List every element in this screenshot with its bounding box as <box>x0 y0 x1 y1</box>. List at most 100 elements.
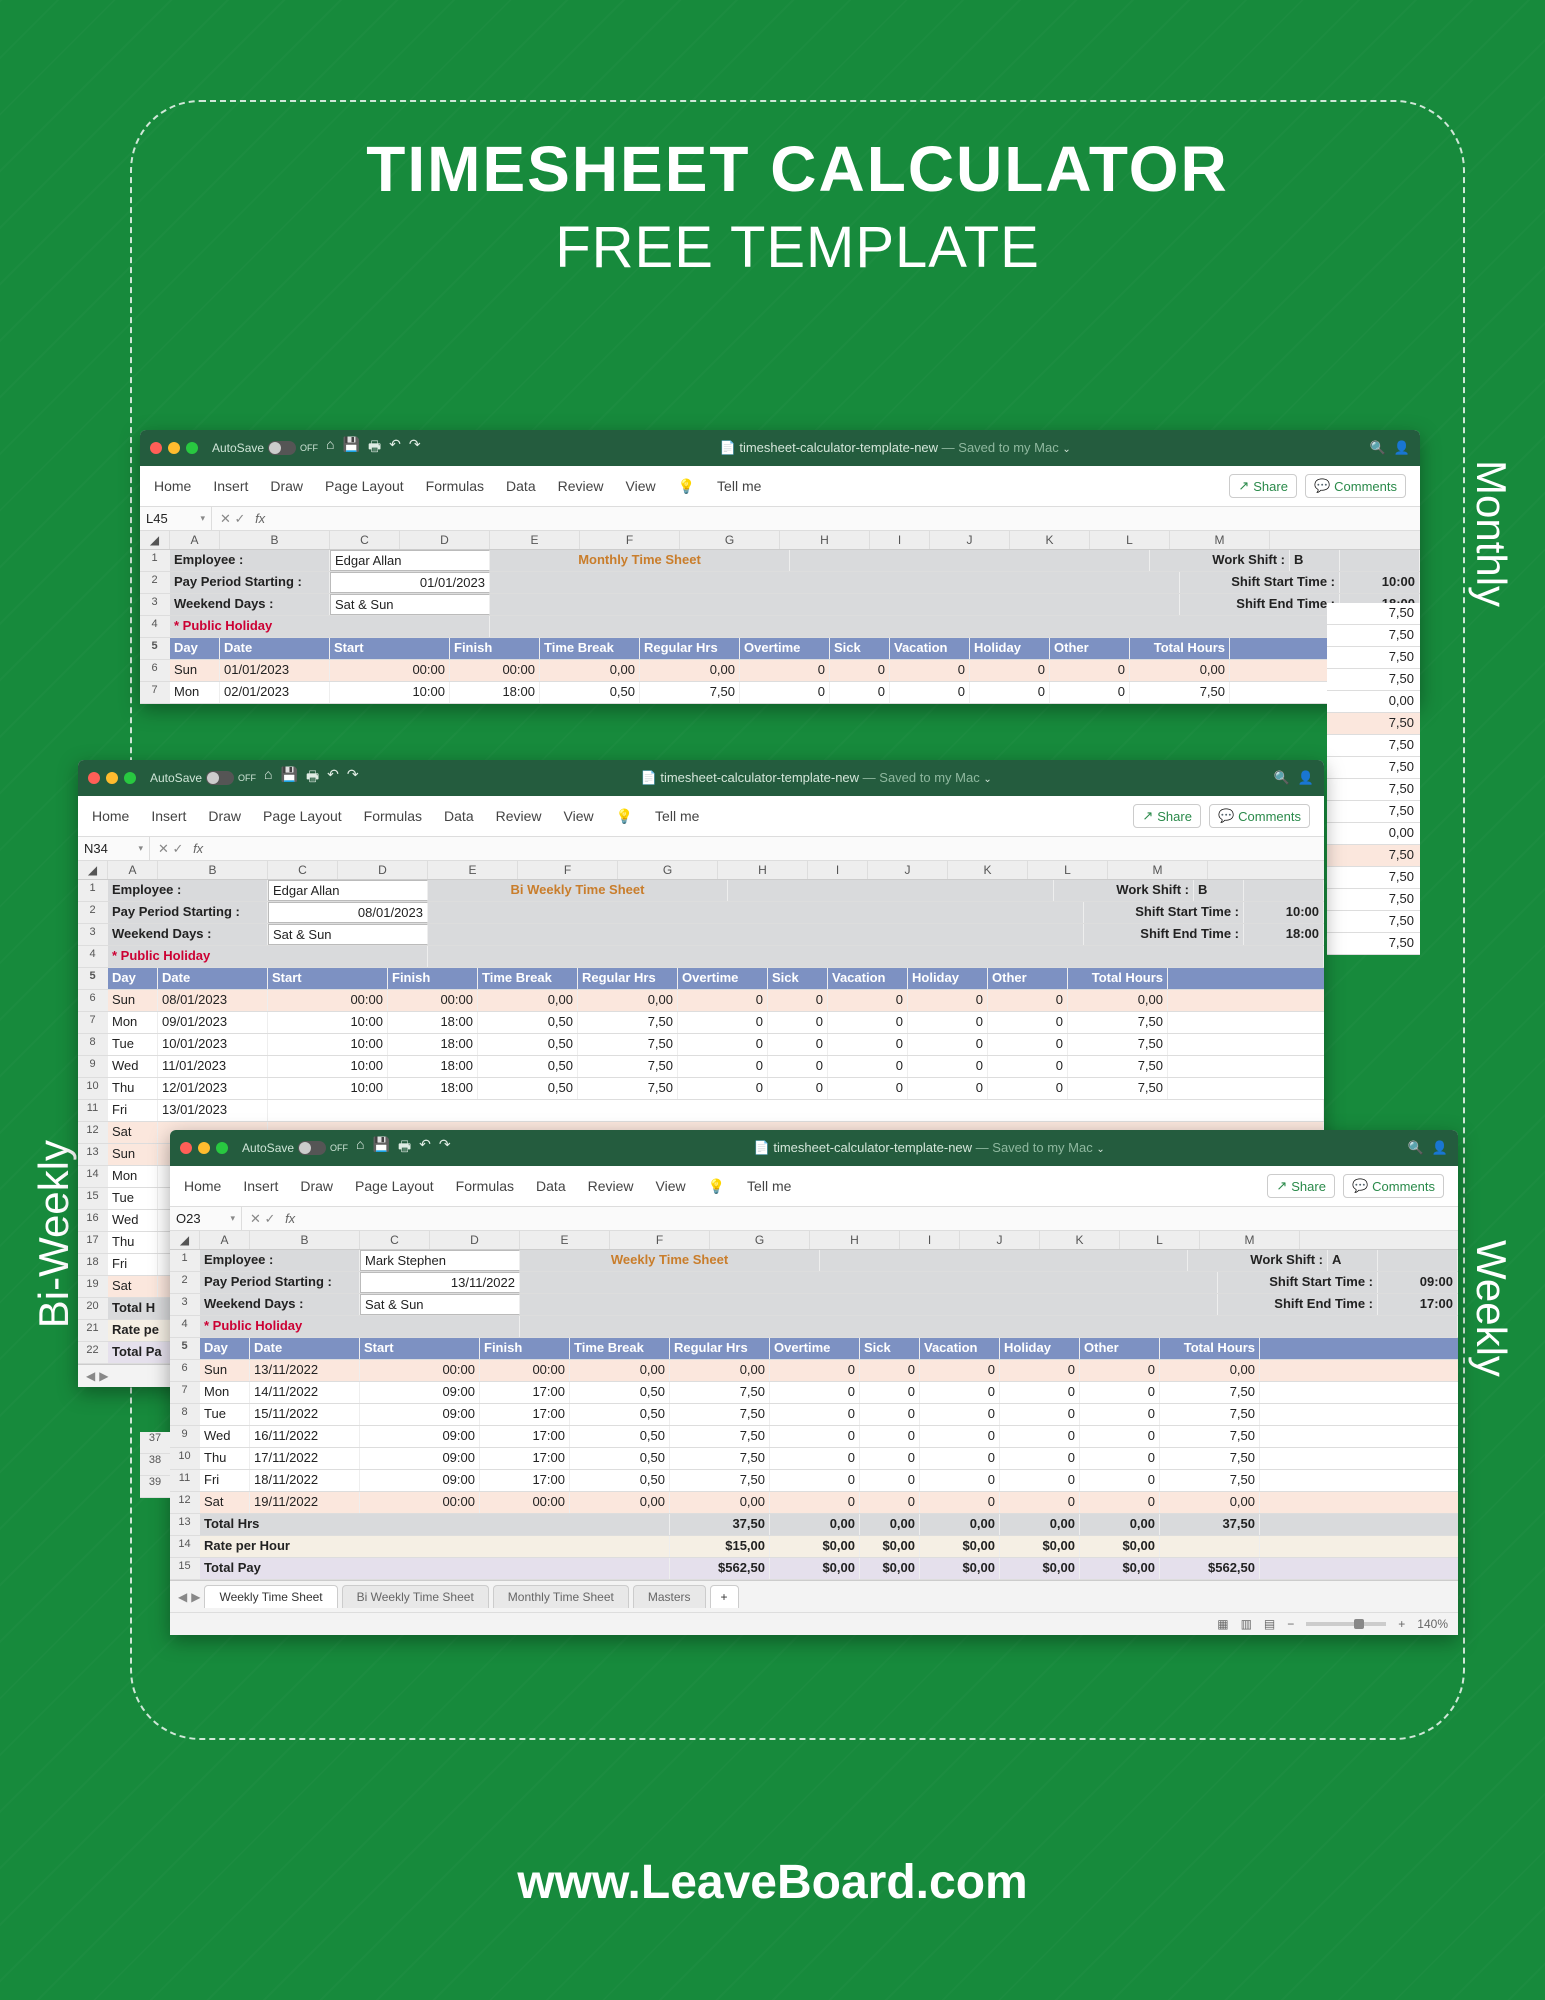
col-header-J[interactable]: J <box>960 1231 1040 1249</box>
autosave-toggle[interactable]: AutoSave OFF <box>242 1141 348 1155</box>
save-icon[interactable]: 💾 <box>343 436 360 460</box>
col-header-J[interactable]: J <box>868 861 948 879</box>
home-icon[interactable]: ⌂ <box>326 436 334 460</box>
ribbon-tab-formulas[interactable]: Formulas <box>456 1178 514 1194</box>
view-break-icon[interactable]: ▤ <box>1264 1617 1275 1631</box>
ribbon-tab-view[interactable]: View <box>656 1178 686 1194</box>
col-header-F[interactable]: F <box>610 1231 710 1249</box>
autosave-toggle[interactable]: AutoSave OFF <box>212 441 318 455</box>
col-header-D[interactable]: D <box>338 861 428 879</box>
select-all-corner[interactable]: ◢ <box>170 1231 200 1249</box>
col-header-B[interactable]: B <box>220 531 330 549</box>
ribbon-tab-insert[interactable]: Insert <box>151 808 186 824</box>
col-header-D[interactable]: D <box>400 531 490 549</box>
undo-icon[interactable]: ↶ <box>327 766 339 790</box>
col-header-H[interactable]: H <box>718 861 808 879</box>
col-header-M[interactable]: M <box>1108 861 1208 879</box>
comments-button[interactable]: 💬 Comments <box>1343 1174 1444 1198</box>
redo-icon[interactable]: ↷ <box>409 436 421 460</box>
search-icon[interactable]: 🔍 <box>1370 440 1386 456</box>
close-window-icon[interactable] <box>88 772 100 784</box>
col-header-L[interactable]: L <box>1028 861 1108 879</box>
col-header-M[interactable]: M <box>1200 1231 1300 1249</box>
maximize-window-icon[interactable] <box>216 1142 228 1154</box>
close-window-icon[interactable] <box>180 1142 192 1154</box>
col-header-A[interactable]: A <box>108 861 158 879</box>
col-header-G[interactable]: G <box>710 1231 810 1249</box>
comments-button[interactable]: 💬 Comments <box>1305 474 1406 498</box>
print-icon[interactable]: 🖶 <box>398 1136 411 1160</box>
col-header-L[interactable]: L <box>1120 1231 1200 1249</box>
zoom-slider[interactable] <box>1306 1622 1386 1626</box>
search-icon[interactable]: 🔍 <box>1408 1140 1424 1156</box>
minimize-window-icon[interactable] <box>106 772 118 784</box>
tell-me[interactable]: Tell me <box>717 478 761 494</box>
ribbon-tab-page-layout[interactable]: Page Layout <box>355 1178 434 1194</box>
save-icon[interactable]: 💾 <box>281 766 298 790</box>
col-header-K[interactable]: K <box>948 861 1028 879</box>
add-sheet-button[interactable]: + <box>710 1585 739 1608</box>
col-header-A[interactable]: A <box>200 1231 250 1249</box>
account-icon[interactable]: 👤 <box>1298 770 1314 786</box>
col-header-J[interactable]: J <box>930 531 1010 549</box>
confirm-icon[interactable]: ✓ <box>265 1211 276 1226</box>
ribbon-tab-home[interactable]: Home <box>92 808 129 824</box>
sheet-nav-next[interactable]: ▶ <box>191 1590 200 1604</box>
sheet-tab-bi-weekly-time-sheet[interactable]: Bi Weekly Time Sheet <box>342 1585 489 1608</box>
ribbon-tab-formulas[interactable]: Formulas <box>426 478 484 494</box>
view-normal-icon[interactable]: ▦ <box>1217 1617 1228 1631</box>
undo-icon[interactable]: ↶ <box>389 436 401 460</box>
tellme-icon[interactable]: 💡 <box>708 1178 725 1195</box>
account-icon[interactable]: 👤 <box>1432 1140 1448 1156</box>
col-header-C[interactable]: C <box>360 1231 430 1249</box>
cancel-icon[interactable]: ✕ <box>158 841 169 856</box>
account-icon[interactable]: 👤 <box>1394 440 1410 456</box>
col-header-G[interactable]: G <box>680 531 780 549</box>
save-icon[interactable]: 💾 <box>373 1136 390 1160</box>
ribbon-tab-page-layout[interactable]: Page Layout <box>325 478 404 494</box>
tell-me[interactable]: Tell me <box>747 1178 791 1194</box>
select-all-corner[interactable]: ◢ <box>78 861 108 879</box>
confirm-icon[interactable]: ✓ <box>235 511 246 526</box>
col-header-E[interactable]: E <box>490 531 580 549</box>
col-header-E[interactable]: E <box>520 1231 610 1249</box>
redo-icon[interactable]: ↷ <box>439 1136 451 1160</box>
zoom-in[interactable]: + <box>1398 1617 1405 1631</box>
sheet-tab-weekly-time-sheet[interactable]: Weekly Time Sheet <box>204 1585 337 1608</box>
ribbon-tab-view[interactable]: View <box>564 808 594 824</box>
sheet-tab-monthly-time-sheet[interactable]: Monthly Time Sheet <box>493 1585 629 1608</box>
sheet-tab-masters[interactable]: Masters <box>633 1585 706 1608</box>
tell-me[interactable]: Tell me <box>655 808 699 824</box>
name-box[interactable]: O23▾ <box>170 1207 242 1230</box>
ribbon-tab-data[interactable]: Data <box>444 808 474 824</box>
col-header-E[interactable]: E <box>428 861 518 879</box>
minimize-window-icon[interactable] <box>168 442 180 454</box>
ribbon-tab-draw[interactable]: Draw <box>270 478 303 494</box>
ribbon-tab-data[interactable]: Data <box>506 478 536 494</box>
autosave-toggle[interactable]: AutoSave OFF <box>150 771 256 785</box>
share-button[interactable]: ↗ Share <box>1133 804 1201 828</box>
cancel-icon[interactable]: ✕ <box>250 1211 261 1226</box>
col-header-B[interactable]: B <box>250 1231 360 1249</box>
ribbon-tab-insert[interactable]: Insert <box>243 1178 278 1194</box>
print-icon[interactable]: 🖶 <box>368 436 381 460</box>
name-box[interactable]: N34▾ <box>78 837 150 860</box>
search-icon[interactable]: 🔍 <box>1274 770 1290 786</box>
undo-icon[interactable]: ↶ <box>419 1136 431 1160</box>
col-header-G[interactable]: G <box>618 861 718 879</box>
name-box[interactable]: L45▾ <box>140 507 212 530</box>
col-header-I[interactable]: I <box>808 861 868 879</box>
ribbon-tab-review[interactable]: Review <box>496 808 542 824</box>
ribbon-tab-review[interactable]: Review <box>588 1178 634 1194</box>
col-header-F[interactable]: F <box>518 861 618 879</box>
select-all-corner[interactable]: ◢ <box>140 531 170 549</box>
col-header-C[interactable]: C <box>268 861 338 879</box>
share-button[interactable]: ↗ Share <box>1229 474 1297 498</box>
zoom-out[interactable]: − <box>1287 1617 1294 1631</box>
ribbon-tab-view[interactable]: View <box>626 478 656 494</box>
ribbon-tab-page-layout[interactable]: Page Layout <box>263 808 342 824</box>
col-header-D[interactable]: D <box>430 1231 520 1249</box>
ribbon-tab-home[interactable]: Home <box>154 478 191 494</box>
col-header-K[interactable]: K <box>1040 1231 1120 1249</box>
tellme-icon[interactable]: 💡 <box>678 478 695 495</box>
